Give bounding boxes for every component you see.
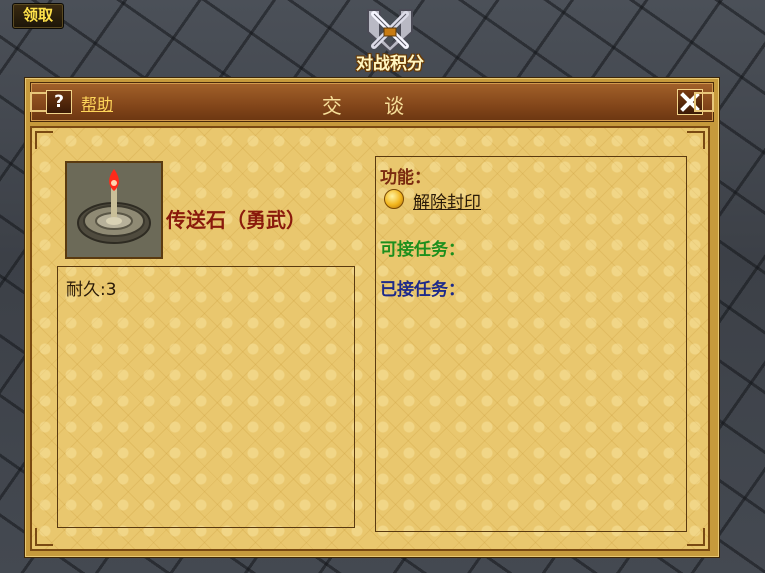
item-info-box: 耐久:3 [57,266,355,528]
gold-coin-icon [384,189,404,209]
teleport-stone-icon[interactable] [65,161,163,259]
corner-ornament [35,528,53,546]
corner-ornament [35,131,53,149]
durability-text: 耐久:3 [66,280,117,300]
talk-dialog: ? 帮助 交 谈 传送石（勇武） 耐久:3 功能： 解除封印 可接任务： 已接任… [24,77,720,558]
claim-button[interactable]: 领取 [12,3,64,29]
corner-ornament [687,131,705,149]
battle-points-badge[interactable]: 对战积分 [335,6,445,76]
accepted-tasks-heading: 已接任务： [380,280,465,300]
dialog-content-panel: 传送石（勇武） 耐久:3 功能： 解除封印 可接任务： 已接任务： [30,126,710,551]
available-tasks-heading: 可接任务： [380,240,465,260]
unseal-label[interactable]: 解除封印 [413,188,481,213]
battle-points-label: 对战积分 [356,54,424,74]
claim-label: 领取 [22,6,53,24]
corner-ornament [687,528,705,546]
dialog-titlebar: ? 帮助 交 谈 [30,82,714,122]
dialog-title: 交 谈 [321,94,423,118]
function-heading: 功能： [380,168,431,188]
crossed-swords-icon [367,9,413,54]
ornament-knot-right [694,92,714,112]
npc-function-box: 功能： 解除封印 可接任务： 已接任务： [375,156,687,532]
item-name: 传送石（勇武） [166,208,306,232]
